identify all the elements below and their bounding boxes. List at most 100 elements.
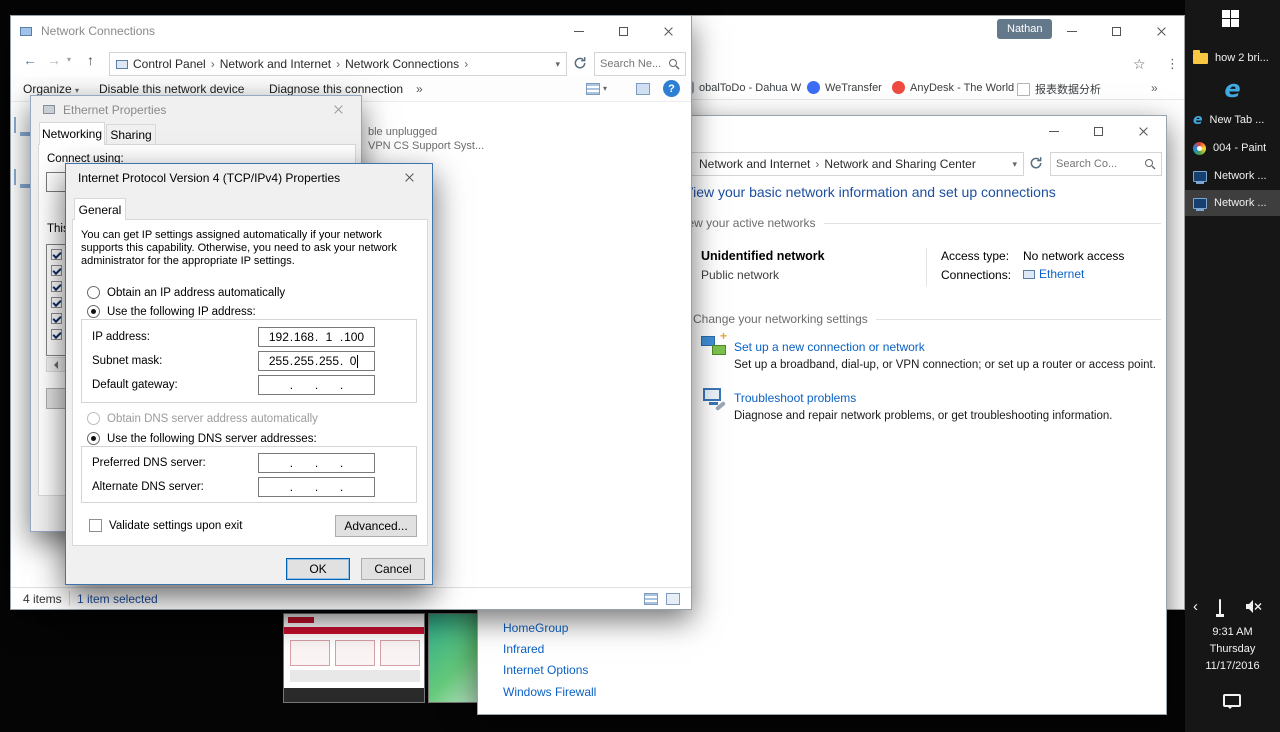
see-also-internet-options-link[interactable]: Internet Options xyxy=(503,663,588,677)
tab-networking[interactable]: Networking xyxy=(39,122,105,145)
browser-minimize-button[interactable] xyxy=(1049,16,1094,46)
bookmark-star-icon[interactable]: ☆ xyxy=(1133,56,1146,73)
diagnose-connection-button[interactable]: Diagnose this connection xyxy=(269,82,403,96)
browser-maximize-button[interactable] xyxy=(1094,16,1139,46)
ok-button[interactable]: OK xyxy=(286,558,350,580)
sharing-maximize-button[interactable] xyxy=(1076,116,1121,146)
view-dropdown-icon[interactable]: ▾ xyxy=(603,84,607,93)
ipv4-close-button[interactable] xyxy=(387,164,432,191)
protocol-checkbox[interactable] xyxy=(51,249,62,260)
ip-address-input[interactable]: 192. 168. 1. 100 xyxy=(258,327,375,347)
close-icon xyxy=(663,26,674,37)
desktop-thumbnail-webpage[interactable] xyxy=(283,613,425,703)
see-also-windows-firewall-link[interactable]: Windows Firewall xyxy=(503,685,596,699)
sharing-search-input[interactable] xyxy=(1056,158,1144,170)
preferred-dns-input[interactable]: . . . xyxy=(258,453,375,473)
setup-connection-link[interactable]: Set up a new connection or network xyxy=(734,340,925,354)
troubleshoot-link[interactable]: Troubleshoot problems xyxy=(734,391,856,405)
taskbar-item-new-tab[interactable]: e New Tab ... xyxy=(1185,108,1280,132)
taskbar-item-paint[interactable]: 004 - Paint xyxy=(1185,136,1280,160)
sharing-minimize-button[interactable] xyxy=(1031,116,1076,146)
desktop-thumbnail-image[interactable] xyxy=(428,613,480,703)
thumbnail-tile xyxy=(380,640,420,666)
address-dropdown-icon[interactable]: ▾ xyxy=(555,59,560,70)
preview-pane-icon[interactable] xyxy=(636,83,650,95)
sharing-search-box[interactable] xyxy=(1050,152,1162,176)
action-center-icon[interactable] xyxy=(1223,694,1241,707)
view-list-icon[interactable] xyxy=(586,83,600,95)
organize-menu-button[interactable]: Organize ▾ xyxy=(23,82,79,96)
bookmark-item[interactable]: obalToDo - Dahua W xyxy=(681,81,801,94)
up-button[interactable]: ↑ xyxy=(87,53,94,67)
browser-close-button[interactable] xyxy=(1139,16,1184,46)
default-gateway-input[interactable]: . . . xyxy=(258,375,375,395)
use-dns-radio[interactable] xyxy=(87,432,100,445)
refresh-button[interactable] xyxy=(573,56,587,73)
bookmarks-overflow-icon[interactable]: » xyxy=(1151,81,1158,95)
taskbar-item-explorer[interactable]: how 2 bri... xyxy=(1185,46,1280,70)
large-icons-view-icon[interactable] xyxy=(666,593,680,605)
forward-button[interactable]: → xyxy=(47,53,61,67)
breadcrumb-network-and-internet[interactable]: Network and Internet xyxy=(220,57,331,71)
nc-search-input[interactable] xyxy=(600,58,668,70)
use-ip-label: Use the following IP address: xyxy=(107,306,256,318)
edge-icon: e xyxy=(1193,112,1203,128)
thumbnail-logo xyxy=(288,617,314,623)
validate-settings-checkbox[interactable] xyxy=(89,519,102,532)
breadcrumb-control-panel[interactable]: Control Panel xyxy=(133,57,206,71)
taskbar-item-network-1[interactable]: Network ... xyxy=(1185,164,1280,188)
network-window-icon xyxy=(1193,171,1207,182)
search-icon xyxy=(1144,158,1156,170)
tab-general[interactable]: General xyxy=(74,198,126,220)
minimize-icon xyxy=(1049,131,1059,132)
nc-minimize-button[interactable] xyxy=(556,16,601,46)
bookmark-item[interactable]: AnyDesk - The World xyxy=(892,81,1014,94)
nc-close-button[interactable] xyxy=(646,16,691,46)
protocol-checkbox[interactable] xyxy=(51,329,62,340)
help-button[interactable]: ? xyxy=(663,80,680,97)
disable-device-button[interactable]: Disable this network device xyxy=(99,82,244,96)
advanced-button[interactable]: Advanced... xyxy=(335,515,417,537)
alternate-dns-input[interactable]: . . . xyxy=(258,477,375,497)
details-view-icon[interactable] xyxy=(644,593,658,605)
see-also-infrared-link[interactable]: Infrared xyxy=(503,642,544,656)
protocol-checkbox[interactable] xyxy=(51,313,62,324)
protocol-checkbox[interactable] xyxy=(51,297,62,308)
obtain-ip-radio[interactable] xyxy=(87,286,100,299)
ethernet-close-button[interactable] xyxy=(316,96,361,123)
breadcrumb-network-and-internet[interactable]: Network and Internet xyxy=(699,157,810,171)
adapter-tile[interactable] xyxy=(14,170,16,184)
nc-maximize-button[interactable] xyxy=(601,16,646,46)
network-tray-icon[interactable] xyxy=(1219,599,1221,615)
breadcrumb-sharing-center[interactable]: Network and Sharing Center xyxy=(824,157,975,171)
taskbar-item-network-2[interactable]: Network ... xyxy=(1185,190,1280,216)
taskbar-clock[interactable]: 9:31 AM Thursday 11/17/2016 xyxy=(1185,624,1280,675)
taskbar-item-edge[interactable]: e xyxy=(1185,74,1280,104)
hidden-icons-chevron[interactable]: ‹ xyxy=(1193,598,1198,615)
sharing-close-button[interactable] xyxy=(1121,116,1166,146)
commands-overflow-icon[interactable]: » xyxy=(416,82,423,96)
browser-menu-icon[interactable]: ⋮ xyxy=(1166,56,1179,72)
nc-search-box[interactable] xyxy=(594,52,686,76)
refresh-button[interactable] xyxy=(1029,156,1043,173)
intro-text: You can get IP settings assigned automat… xyxy=(81,229,425,268)
protocol-checkbox[interactable] xyxy=(51,265,62,276)
address-dropdown-icon[interactable]: ▾ xyxy=(1012,159,1017,170)
see-also-homegroup-link[interactable]: HomeGroup xyxy=(503,621,568,635)
volume-muted-icon[interactable] xyxy=(1245,599,1262,617)
protocol-checkbox[interactable] xyxy=(51,281,62,292)
bookmark-item[interactable]: WeTransfer xyxy=(807,81,882,94)
bookmark-item[interactable]: 报表数据分析 xyxy=(1017,81,1101,97)
tab-sharing[interactable]: Sharing xyxy=(106,124,156,144)
history-dropdown-icon[interactable]: ▾ xyxy=(67,56,71,64)
nc-address-bar[interactable]: Control Panel › Network and Internet › N… xyxy=(109,52,567,76)
use-ip-radio[interactable] xyxy=(87,305,100,318)
cancel-button[interactable]: Cancel xyxy=(361,558,425,580)
breadcrumb-network-connections[interactable]: Network Connections xyxy=(345,57,459,71)
adapter-tile[interactable] xyxy=(14,118,16,132)
start-button[interactable] xyxy=(1222,10,1239,27)
back-button[interactable]: ← xyxy=(23,53,37,67)
subnet-mask-input[interactable]: 255. 255. 255. 0 xyxy=(258,351,375,371)
connections-value[interactable]: Ethernet xyxy=(1023,267,1084,281)
browser-profile-chip[interactable]: Nathan xyxy=(997,19,1052,39)
